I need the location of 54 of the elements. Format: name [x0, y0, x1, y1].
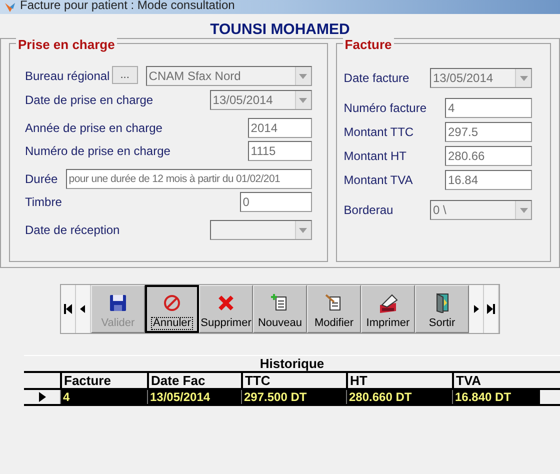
dropdown-field[interactable] — [210, 220, 312, 240]
field-label: Date de prise en charge — [25, 92, 154, 109]
toolbar-button[interactable]: Nouveau — [253, 285, 307, 333]
input-field[interactable]: 2014 — [248, 118, 312, 138]
field-label: Numéro facture — [344, 100, 426, 117]
column-header[interactable]: TVA — [452, 373, 540, 388]
grid-title: Historique — [260, 356, 324, 371]
window-title: Facture pour patient : Mode consultation — [20, 0, 235, 11]
toolbar-button[interactable]: Imprimer — [361, 285, 415, 333]
row-pointer-icon — [38, 392, 46, 402]
field-label: Numéro de prise en charge — [25, 143, 170, 160]
patient-name: TOUNSI MOHAMED — [210, 21, 350, 38]
field-label: Bureau régional — [25, 68, 110, 85]
field-label: Timbre — [25, 194, 62, 211]
column-header[interactable]: TTC — [241, 373, 346, 388]
field-label: Borderau — [344, 202, 394, 219]
input-field[interactable]: 297.5 — [445, 122, 532, 142]
prohibited-icon — [162, 293, 182, 313]
table-cell: 4 — [60, 390, 147, 404]
field-label: Montant HT — [344, 148, 406, 165]
dropdown-field[interactable]: 13/05/2014 — [210, 90, 312, 110]
toolbar-button[interactable]: Annuler — [145, 285, 199, 333]
dropdown-field[interactable]: CNAM Sfax Nord — [146, 66, 312, 86]
dropdown-field[interactable]: 0 \ — [430, 200, 532, 220]
column-header[interactable]: Facture — [60, 373, 147, 388]
field-label: Montant TVA — [344, 172, 413, 189]
table-cell: 13/05/2014 — [147, 390, 241, 404]
input-field[interactable]: 280.66 — [445, 146, 532, 166]
input-field[interactable]: 1115 — [248, 141, 312, 161]
toolbar-button[interactable]: Supprimer — [199, 285, 253, 333]
input-field[interactable]: 16.84 — [445, 170, 532, 190]
table-cell: 16.840 DT — [452, 390, 540, 404]
cross-icon — [216, 293, 236, 313]
first-record-icon[interactable] — [61, 285, 76, 333]
lookup-button[interactable]: ... — [112, 66, 138, 84]
table-cell: 280.660 DT — [346, 390, 452, 404]
toolbar-button[interactable]: Sortir — [415, 285, 469, 333]
printer-icon — [378, 293, 398, 313]
input-field[interactable]: pour une durée de 12 mois à partir du 01/02/201 — [66, 169, 312, 189]
group-title: Prise en charge — [16, 35, 117, 54]
field-label: Année de prise en charge — [25, 120, 162, 137]
dropdown-field[interactable]: 13/05/2014 — [430, 68, 532, 88]
column-header[interactable]: Date Fac — [147, 373, 241, 388]
column-header[interactable]: HT — [346, 373, 452, 388]
field-label: Montant TTC — [344, 124, 414, 141]
field-label: Date facture — [344, 70, 410, 87]
last-record-icon[interactable] — [484, 285, 499, 333]
input-field[interactable]: 4 — [445, 98, 532, 118]
toolbar-button[interactable]: Modifier — [307, 285, 361, 333]
input-field[interactable]: 0 — [240, 192, 312, 212]
field-label: Durée — [25, 171, 58, 188]
app-icon — [4, 1, 16, 13]
table-cell: 297.500 DT — [241, 390, 346, 404]
field-label: Date de réception — [25, 222, 120, 239]
